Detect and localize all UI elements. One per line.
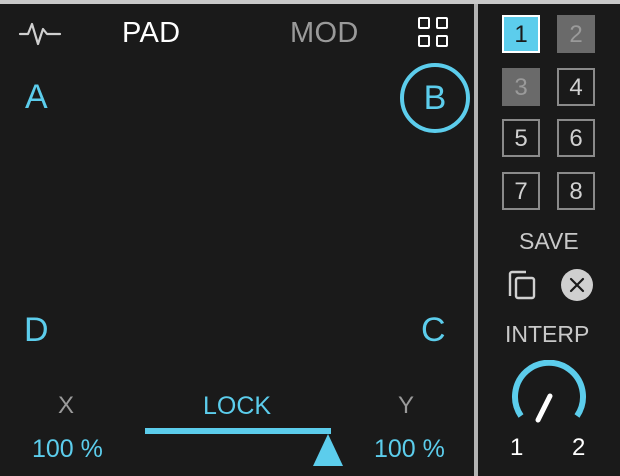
preset-slot-3[interactable]: 3 xyxy=(502,68,540,106)
tab-mod[interactable]: MOD xyxy=(290,16,359,50)
corner-c-label[interactable]: C xyxy=(421,311,446,349)
preset-slot-2[interactable]: 2 xyxy=(557,15,595,53)
corner-a-label[interactable]: A xyxy=(25,78,48,116)
preset-slot-6[interactable]: 6 xyxy=(557,119,595,157)
corner-b-label[interactable]: B xyxy=(400,63,470,133)
preset-slot-5[interactable]: 5 xyxy=(502,119,540,157)
x-value[interactable]: 100 % xyxy=(32,435,103,463)
x-axis-label: X xyxy=(58,392,75,419)
save-button[interactable]: SAVE xyxy=(519,228,579,254)
grid-four-squares-icon[interactable] xyxy=(416,15,452,51)
preset-slot-4[interactable]: 4 xyxy=(557,68,595,106)
interp-label: INTERP xyxy=(505,321,590,347)
copy-icon[interactable] xyxy=(506,268,540,302)
preset-slot-1[interactable]: 1 xyxy=(502,15,540,53)
lock-slider-track xyxy=(145,428,331,434)
tab-pad[interactable]: PAD xyxy=(122,16,180,50)
y-axis-label: Y xyxy=(398,392,415,419)
lock-slider-thumb xyxy=(313,434,343,466)
interp-min-label: 1 xyxy=(510,434,524,461)
preset-slot-7[interactable]: 7 xyxy=(502,172,540,210)
close-circle-icon[interactable] xyxy=(560,268,594,302)
interp-max-label: 2 xyxy=(572,434,586,461)
interp-knob[interactable] xyxy=(510,360,590,432)
interp-knob-pointer xyxy=(535,393,553,423)
pulse-waveform-icon[interactable] xyxy=(18,16,62,48)
corner-d-label[interactable]: D xyxy=(24,311,49,349)
lock-slider[interactable] xyxy=(145,420,345,468)
lock-label[interactable]: LOCK xyxy=(203,392,271,420)
preset-slot-8[interactable]: 8 xyxy=(557,172,595,210)
y-value[interactable]: 100 % xyxy=(374,435,445,463)
